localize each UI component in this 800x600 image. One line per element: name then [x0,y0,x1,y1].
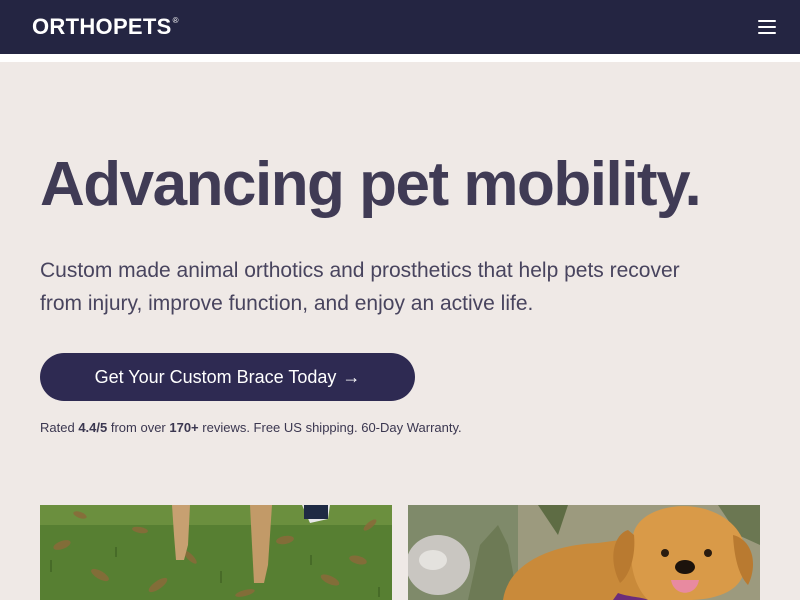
rating-suffix: reviews. Free US shipping. 60-Day Warran… [198,420,462,435]
site-logo[interactable]: ORTHOPETS® [32,14,179,40]
header-divider [0,54,800,62]
site-header: ORTHOPETS® [0,0,800,54]
arrow-right-icon: → [342,366,361,387]
menu-line [758,26,776,28]
rating-score: 4.4/5 [78,420,108,435]
menu-line [758,32,776,34]
golden-retriever-photo [408,505,760,600]
dog-on-grass-photo [40,505,392,600]
review-count: 170+ [169,420,199,435]
get-custom-brace-button[interactable]: Get Your Custom Brace Today → [40,353,415,401]
hamburger-menu-icon[interactable] [758,19,776,35]
cta-label: Get Your Custom Brace Today [94,366,337,387]
logo-registered-mark: ® [172,16,179,25]
rating-prefix: Rated [40,420,79,435]
hero-headline: Advancing pet mobility. [40,150,702,219]
logo-text: ORTHOPETS [32,14,172,39]
rating-summary: Rated 4.4/5 from over 170+ reviews. Free… [40,420,462,435]
menu-line [758,20,776,22]
hero-subtext: Custom made animal orthotics and prosthe… [40,259,680,315]
rating-middle: from over [107,420,170,435]
